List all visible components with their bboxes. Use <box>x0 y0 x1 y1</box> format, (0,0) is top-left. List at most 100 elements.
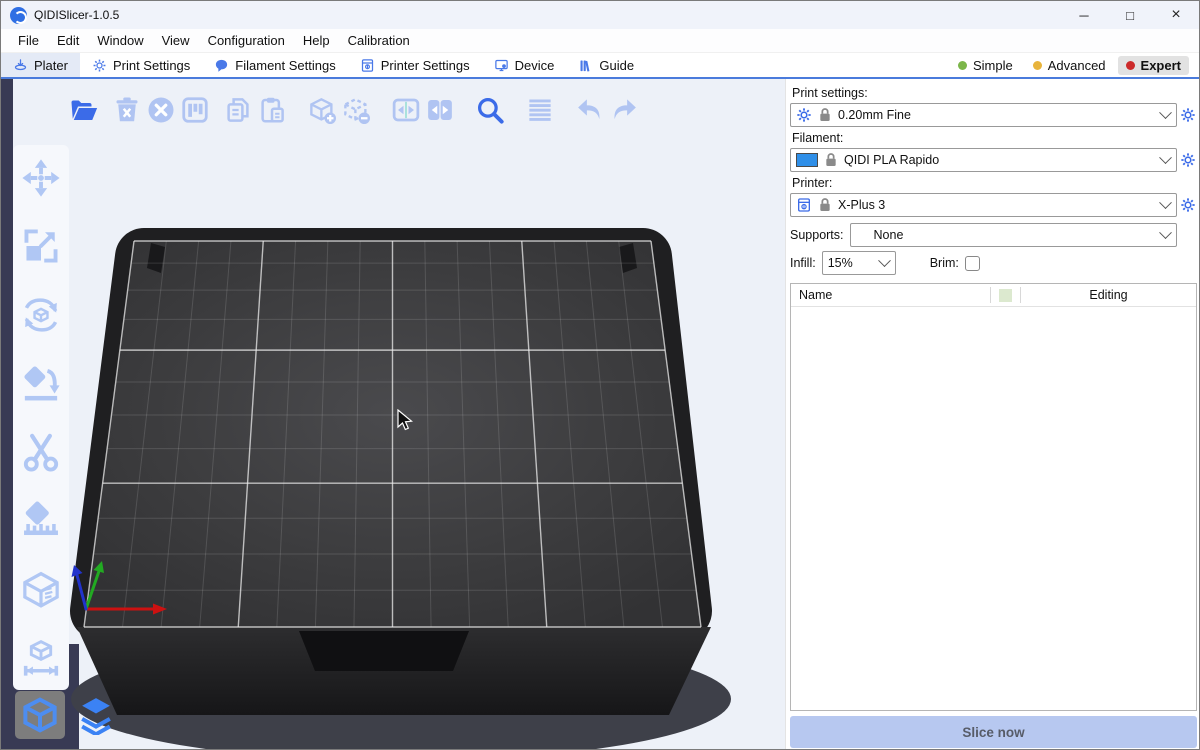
scale-tool[interactable] <box>18 223 64 269</box>
chevron-down-icon <box>1159 106 1172 119</box>
print-settings-value: 0.20mm Fine <box>838 108 1156 122</box>
search-icon <box>475 95 505 125</box>
printer-label: Printer: <box>792 176 1199 190</box>
brim-label: Brim: <box>930 256 959 270</box>
minimize-button[interactable]: ─ <box>1061 1 1107 29</box>
close-button[interactable]: × <box>1153 1 1199 29</box>
split-parts-icon <box>425 95 455 125</box>
copy-button[interactable] <box>221 93 255 127</box>
place-on-face-tool[interactable] <box>18 360 64 406</box>
chevron-down-icon <box>1159 196 1172 209</box>
delete-all-icon <box>146 95 176 125</box>
seam-tool[interactable] <box>18 497 64 543</box>
menu-window[interactable]: Window <box>88 33 152 48</box>
mode-advanced[interactable]: Advanced <box>1025 56 1114 75</box>
menu-calibration[interactable]: Calibration <box>339 33 419 48</box>
left-toolbar <box>13 145 69 690</box>
filament-value: QIDI PLA Rapido <box>844 153 1156 167</box>
remove-instance-icon <box>341 95 371 125</box>
top-toolbar <box>67 85 641 135</box>
rotate-tool[interactable] <box>18 292 64 338</box>
view-mode-toggles <box>15 691 121 739</box>
object-list-body[interactable] <box>791 307 1196 710</box>
scissors-icon <box>20 431 62 473</box>
filament-icon <box>214 58 229 73</box>
rotate-icon <box>20 294 62 336</box>
move-icon <box>20 157 62 199</box>
supports-value: None <box>856 228 1156 242</box>
lock-icon <box>823 152 839 168</box>
menu-configuration[interactable]: Configuration <box>199 33 294 48</box>
split-to-objects-button[interactable] <box>389 93 423 127</box>
delete-button[interactable] <box>110 93 144 127</box>
infill-combo[interactable]: 15% <box>822 251 896 275</box>
lock-icon <box>817 107 833 123</box>
tab-print-settings[interactable]: Print Settings <box>80 53 202 77</box>
mode-expert[interactable]: Expert <box>1118 56 1189 75</box>
split-to-parts-button[interactable] <box>423 93 457 127</box>
menu-file[interactable]: File <box>9 33 48 48</box>
split-objects-icon <box>391 95 421 125</box>
arrange-button[interactable] <box>178 93 212 127</box>
paste-icon <box>257 95 287 125</box>
move-tool[interactable] <box>18 155 64 201</box>
app-window: QIDISlicer-1.0.5 ─ □ × File Edit Window … <box>0 0 1200 750</box>
undo-button[interactable] <box>573 93 607 127</box>
open-button[interactable] <box>67 93 101 127</box>
advanced-dot-icon <box>1033 61 1042 70</box>
preview-view-button[interactable] <box>71 691 121 739</box>
brim-checkbox[interactable] <box>965 256 980 271</box>
fuzzy-skin-tool[interactable] <box>18 566 64 612</box>
measure-icon <box>20 636 62 678</box>
print-settings-gear-button[interactable] <box>1177 107 1199 123</box>
3d-viewport[interactable] <box>1 79 785 750</box>
column-extruder[interactable] <box>991 289 1020 302</box>
menu-view[interactable]: View <box>153 33 199 48</box>
delete-all-button[interactable] <box>144 93 178 127</box>
supports-label: Supports: <box>790 228 844 242</box>
place-on-face-icon <box>20 362 62 404</box>
printer-combo[interactable]: X-Plus 3 <box>790 193 1177 217</box>
tab-filament-settings[interactable]: Filament Settings <box>202 53 347 77</box>
add-instance-button[interactable] <box>305 93 339 127</box>
printer-gear-button[interactable] <box>1177 197 1199 213</box>
cut-tool[interactable] <box>18 429 64 475</box>
add-instance-icon <box>307 95 337 125</box>
filament-gear-button[interactable] <box>1177 152 1199 168</box>
column-name[interactable]: Name <box>791 288 990 302</box>
gear-icon <box>92 58 107 73</box>
menu-edit[interactable]: Edit <box>48 33 88 48</box>
tab-plater[interactable]: Plater <box>1 53 80 77</box>
tab-printer-settings[interactable]: Printer Settings <box>348 53 482 77</box>
search-button[interactable] <box>473 93 507 127</box>
supports-combo[interactable]: None <box>850 223 1177 247</box>
variable-layer-height-button[interactable] <box>523 93 557 127</box>
guide-icon <box>578 58 593 73</box>
editor-view-button[interactable] <box>15 691 65 739</box>
tab-guide[interactable]: Guide <box>566 53 646 77</box>
remove-instance-button[interactable] <box>339 93 373 127</box>
mode-simple[interactable]: Simple <box>950 56 1021 75</box>
paste-button[interactable] <box>255 93 289 127</box>
maximize-button[interactable]: □ <box>1107 1 1153 29</box>
chevron-down-icon <box>1159 226 1172 239</box>
menu-help[interactable]: Help <box>294 33 339 48</box>
layers-view-icon <box>76 695 116 735</box>
bed-front-notch <box>299 631 469 671</box>
mode-label: Advanced <box>1048 58 1106 73</box>
redo-button[interactable] <box>607 93 641 127</box>
print-settings-combo[interactable]: 0.20mm Fine <box>790 103 1177 127</box>
tab-label: Plater <box>34 58 68 73</box>
measure-tool[interactable] <box>18 634 64 680</box>
filament-combo[interactable]: QIDI PLA Rapido <box>790 148 1177 172</box>
window-title: QIDISlicer-1.0.5 <box>34 8 119 22</box>
menubar: File Edit Window View Configuration Help… <box>1 29 1199 53</box>
expert-dot-icon <box>1126 61 1135 70</box>
gear-icon <box>1180 107 1196 123</box>
chevron-down-icon <box>878 254 891 267</box>
object-list[interactable]: Name Editing <box>790 283 1197 711</box>
column-editing[interactable]: Editing <box>1021 288 1196 302</box>
tabbar: Plater Print Settings Filament Settings … <box>1 53 1199 79</box>
slice-now-button[interactable]: Slice now <box>790 716 1197 748</box>
tab-device[interactable]: Device <box>482 53 567 77</box>
